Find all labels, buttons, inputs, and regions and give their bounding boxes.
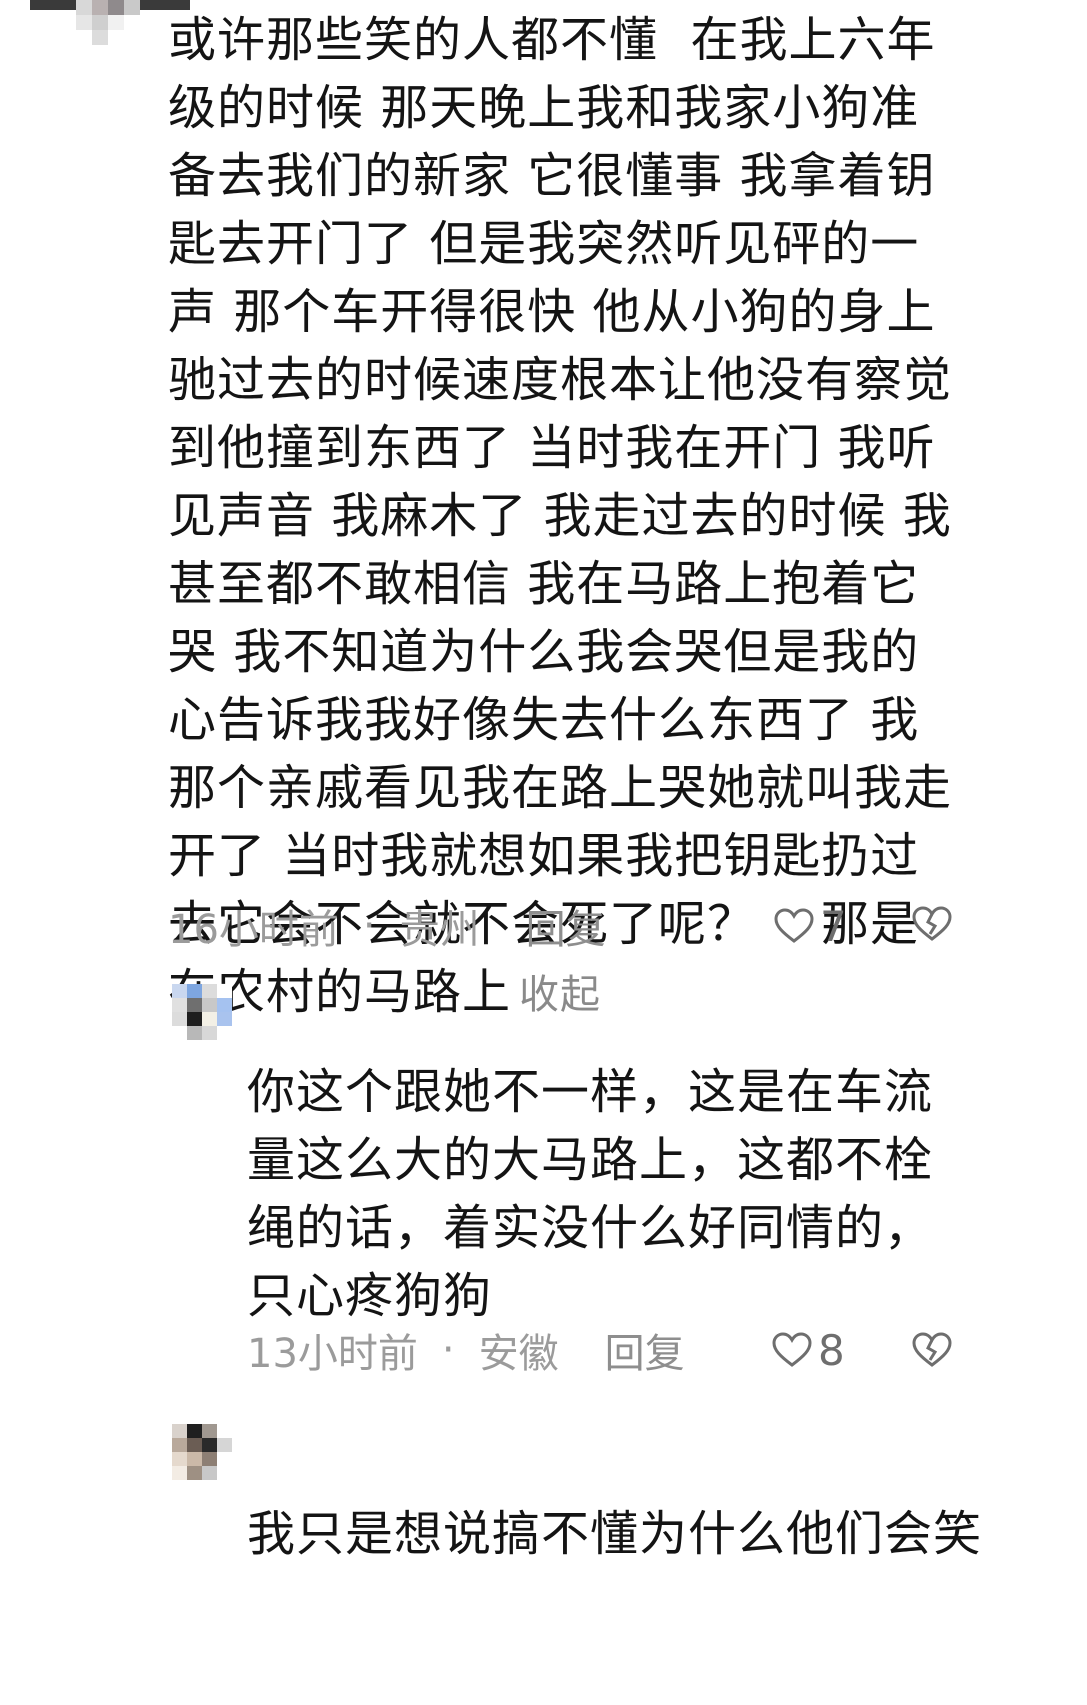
dislike-button[interactable] — [912, 906, 952, 942]
heart-outline-icon — [774, 908, 814, 944]
like-count: 8 — [818, 1325, 845, 1375]
like-button[interactable]: 7 — [774, 896, 847, 956]
comment-body: 或许那些笑的人都不懂 在我上六年级的时候 那天晚上我和我家小狗准备去我们的新家 … — [168, 12, 953, 1020]
dislike-button[interactable] — [912, 1332, 952, 1368]
comment-location: 安徽 — [478, 1331, 559, 1377]
reply-button[interactable]: 回复 — [526, 897, 606, 955]
heart-outline-icon — [772, 1332, 812, 1368]
meta-separator: · — [441, 1327, 455, 1373]
meta-separator: · — [362, 903, 376, 949]
comment-meta: 16小时前 · 贵州 回复 — [168, 896, 606, 956]
reply-button[interactable]: 回复 — [605, 1321, 685, 1379]
avatar[interactable] — [76, 0, 146, 45]
comment-time: 13小时前 — [247, 1331, 418, 1377]
broken-heart-icon — [912, 906, 952, 942]
like-button[interactable]: 8 — [772, 1320, 845, 1380]
comment-body: 我只是想说搞不懂为什么他们会笑 — [247, 1506, 983, 1562]
comment-time: 16小时前 — [168, 907, 339, 953]
comment-text: 或许那些笑的人都不懂 在我上六年级的时候 那天晚上我和我家小狗准备去我们的新家 … — [168, 6, 968, 1029]
comment-text: 我只是想说搞不懂为什么他们会笑 — [247, 1500, 1007, 1568]
comment-text: 你这个跟她不一样，这是在车流量这么大的大马路上，这都不栓绳的话，着实没什么好同情… — [247, 1058, 967, 1330]
like-count: 7 — [820, 901, 847, 951]
comment-body: 你这个跟她不一样，这是在车流量这么大的大马路上，这都不栓绳的话，着实没什么好同情… — [247, 1064, 934, 1324]
avatar[interactable] — [172, 984, 232, 1040]
comment-location: 贵州 — [399, 907, 480, 953]
avatar[interactable] — [172, 1424, 232, 1480]
broken-heart-icon — [912, 1332, 952, 1368]
comment-meta: 13小时前 · 安徽 回复 — [247, 1320, 685, 1380]
collapse-link[interactable]: 收起 — [519, 972, 601, 1018]
